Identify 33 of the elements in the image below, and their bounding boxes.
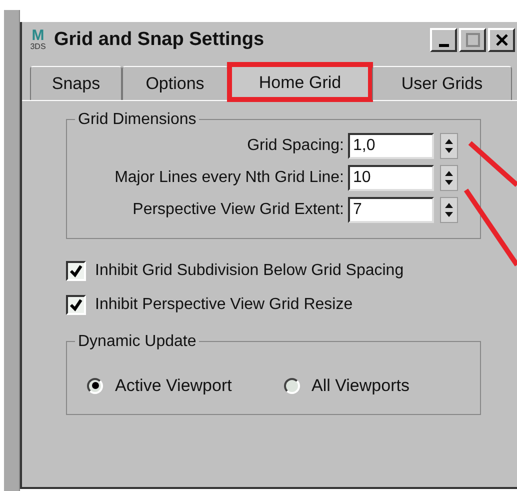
- tab[interactable]: Snaps: [30, 66, 122, 100]
- radio-label: Active Viewport: [115, 375, 232, 397]
- close-icon: [494, 33, 508, 47]
- checkbox-label: Inhibit Perspective View Grid Resize: [95, 295, 353, 315]
- minimize-button[interactable]: [430, 28, 457, 52]
- spinner-control[interactable]: [440, 165, 458, 191]
- maximize-icon: [466, 33, 480, 47]
- checkbox[interactable]: [66, 295, 86, 315]
- input-field[interactable]: 10: [348, 165, 434, 191]
- radio-button[interactable]: [284, 378, 300, 394]
- radio-button[interactable]: [87, 378, 103, 394]
- window-title: Grid and Snap Settings: [54, 28, 264, 52]
- spinner-control[interactable]: [440, 133, 458, 159]
- minimize-icon: [438, 44, 448, 46]
- checkbox-label: Inhibit Grid Subdivision Below Grid Spacing: [95, 261, 404, 281]
- tab[interactable]: Home Grid: [228, 64, 372, 100]
- radio-label: All Viewports: [312, 375, 410, 397]
- tab[interactable]: Options: [122, 66, 228, 100]
- leader-line: [468, 141, 517, 187]
- spinner-arrows-icon: [444, 137, 454, 155]
- field-label: Major Lines every Nth Grid Line:: [114, 168, 344, 188]
- maximize-button[interactable]: [459, 28, 486, 52]
- spinner-arrows-icon: [444, 201, 454, 219]
- field-label: Grid Spacing:: [247, 136, 344, 156]
- close-button[interactable]: [488, 28, 515, 52]
- spinner-arrows-icon: [444, 169, 454, 187]
- field-label: Perspective View Grid Extent:: [132, 200, 344, 220]
- input-field[interactable]: 1,0: [348, 133, 434, 159]
- spinner-control[interactable]: [440, 197, 458, 223]
- checkbox[interactable]: [66, 261, 86, 281]
- app-logo: M 3DS: [29, 28, 47, 52]
- input-field[interactable]: 7: [348, 197, 434, 223]
- tab[interactable]: User Grids: [372, 66, 512, 100]
